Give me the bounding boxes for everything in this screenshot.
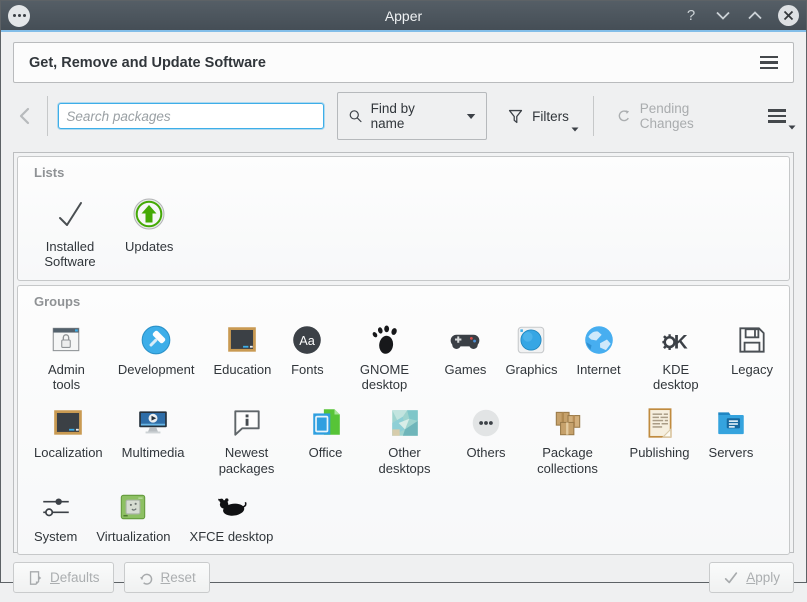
pending-changes-button[interactable]: Pending Changes — [608, 93, 748, 139]
chevron-down-icon — [466, 113, 476, 120]
group-item-others[interactable]: Others — [467, 406, 506, 460]
internet-icon — [582, 323, 616, 357]
group-item-education[interactable]: Education — [214, 323, 272, 377]
group-item-graphics[interactable]: Graphics — [505, 323, 557, 377]
page-title: Get, Remove and Update Software — [29, 55, 760, 71]
group-item-games[interactable]: Games — [445, 323, 487, 377]
search-input[interactable] — [58, 103, 324, 129]
group-item-legacy[interactable]: Legacy — [731, 323, 773, 377]
fonts-icon: Aa — [290, 323, 324, 357]
close-button[interactable] — [778, 5, 799, 26]
office-icon — [309, 406, 343, 440]
newest-packages-icon — [230, 406, 264, 440]
group-item-office[interactable]: Office — [309, 406, 343, 460]
group-item-gnome-desktop[interactable]: GNOME desktop — [343, 323, 425, 393]
list-item-updates[interactable]: Updates — [125, 194, 173, 254]
legacy-icon — [735, 323, 769, 357]
others-icon — [469, 406, 503, 440]
redo-arrow-icon — [616, 108, 632, 125]
help-button[interactable]: ? — [682, 7, 700, 24]
minimize-button[interactable] — [714, 11, 732, 20]
group-item-servers[interactable]: Servers — [709, 406, 754, 460]
reset-button[interactable]: Reset — [124, 562, 210, 593]
lists-panel: Lists Installed Software Updates — [17, 156, 790, 281]
group-item-multimedia[interactable]: Multimedia — [122, 406, 185, 460]
search-icon — [348, 108, 363, 124]
publishing-icon — [643, 406, 677, 440]
kde-desktop-icon: K — [659, 323, 693, 357]
footer-bar: Defaults Reset Apply — [1, 553, 806, 602]
menu-indicator-icon — [571, 127, 579, 132]
toolbar-menu-button[interactable] — [760, 101, 794, 131]
list-item-label: Installed Software — [34, 239, 106, 270]
group-item-publishing[interactable]: Publishing — [630, 406, 690, 460]
back-chevron-icon — [17, 106, 33, 126]
filter-funnel-icon — [507, 108, 524, 125]
updates-arrow-icon — [129, 194, 169, 234]
filters-label: Filters — [532, 109, 569, 124]
lists-panel-label: Lists — [34, 165, 773, 180]
svg-text:K: K — [674, 332, 688, 353]
admin-tools-icon — [49, 323, 83, 357]
group-item-development[interactable]: Development — [118, 323, 195, 377]
group-item-system[interactable]: System — [34, 490, 77, 544]
find-by-name-combobox[interactable]: Find by name — [337, 92, 487, 140]
toolbar-separator — [593, 96, 594, 136]
group-item-virtualization[interactable]: Virtualization — [96, 490, 170, 544]
menu-indicator-icon — [788, 125, 796, 130]
group-item-kde-desktop[interactable]: K KDE desktop — [640, 323, 713, 393]
groups-panel: Groups Admin tools — [17, 285, 790, 556]
group-item-localization[interactable]: Localization — [34, 406, 103, 460]
close-icon — [783, 10, 794, 21]
group-item-package-collections[interactable]: Package collections — [525, 406, 611, 476]
groups-panel-label: Groups — [34, 294, 773, 309]
browse-view: Lists Installed Software Updates — [13, 152, 794, 553]
group-item-admin-tools[interactable]: Admin tools — [34, 323, 99, 393]
svg-text:Aa: Aa — [300, 332, 317, 347]
games-icon — [448, 323, 482, 357]
servers-icon — [714, 406, 748, 440]
toolbar-separator — [47, 96, 48, 136]
xfce-desktop-icon — [214, 490, 248, 524]
education-icon — [225, 323, 259, 357]
titlebar: Apper ? — [1, 1, 806, 32]
back-button[interactable] — [13, 106, 37, 126]
maximize-button[interactable] — [746, 11, 764, 20]
filters-button[interactable]: Filters — [499, 100, 577, 133]
group-item-newest-packages[interactable]: Newest packages — [204, 406, 290, 476]
list-item-label: Updates — [125, 239, 173, 254]
header-bar: Get, Remove and Update Software — [13, 42, 794, 83]
list-item-installed-software[interactable]: Installed Software — [34, 194, 106, 270]
hamburger-icon — [768, 109, 786, 123]
toolbar: Find by name Filters Pending Changes — [1, 83, 806, 147]
multimedia-icon — [136, 406, 170, 440]
pending-changes-label: Pending Changes — [640, 101, 740, 131]
virtualization-icon — [116, 490, 150, 524]
other-desktops-icon — [388, 406, 422, 440]
group-item-internet[interactable]: Internet — [576, 323, 620, 377]
defaults-button[interactable]: Defaults — [13, 562, 114, 593]
development-icon — [139, 323, 173, 357]
package-collections-icon — [551, 406, 585, 440]
defaults-document-icon — [27, 570, 43, 586]
reset-undo-icon — [138, 570, 154, 586]
header-menu-button[interactable] — [760, 56, 778, 70]
apply-checkmark-icon — [723, 570, 739, 586]
group-item-fonts[interactable]: Aa Fonts — [290, 323, 324, 377]
graphics-icon — [514, 323, 548, 357]
group-item-other-desktops[interactable]: Other desktops — [362, 406, 448, 476]
gnome-desktop-icon — [367, 323, 401, 357]
find-by-name-label: Find by name — [371, 101, 446, 131]
apply-button[interactable]: Apply — [709, 562, 794, 593]
installed-checkmark-icon — [50, 194, 90, 234]
group-item-xfce-desktop[interactable]: XFCE desktop — [190, 490, 274, 544]
localization-icon — [51, 406, 85, 440]
system-icon — [39, 490, 73, 524]
